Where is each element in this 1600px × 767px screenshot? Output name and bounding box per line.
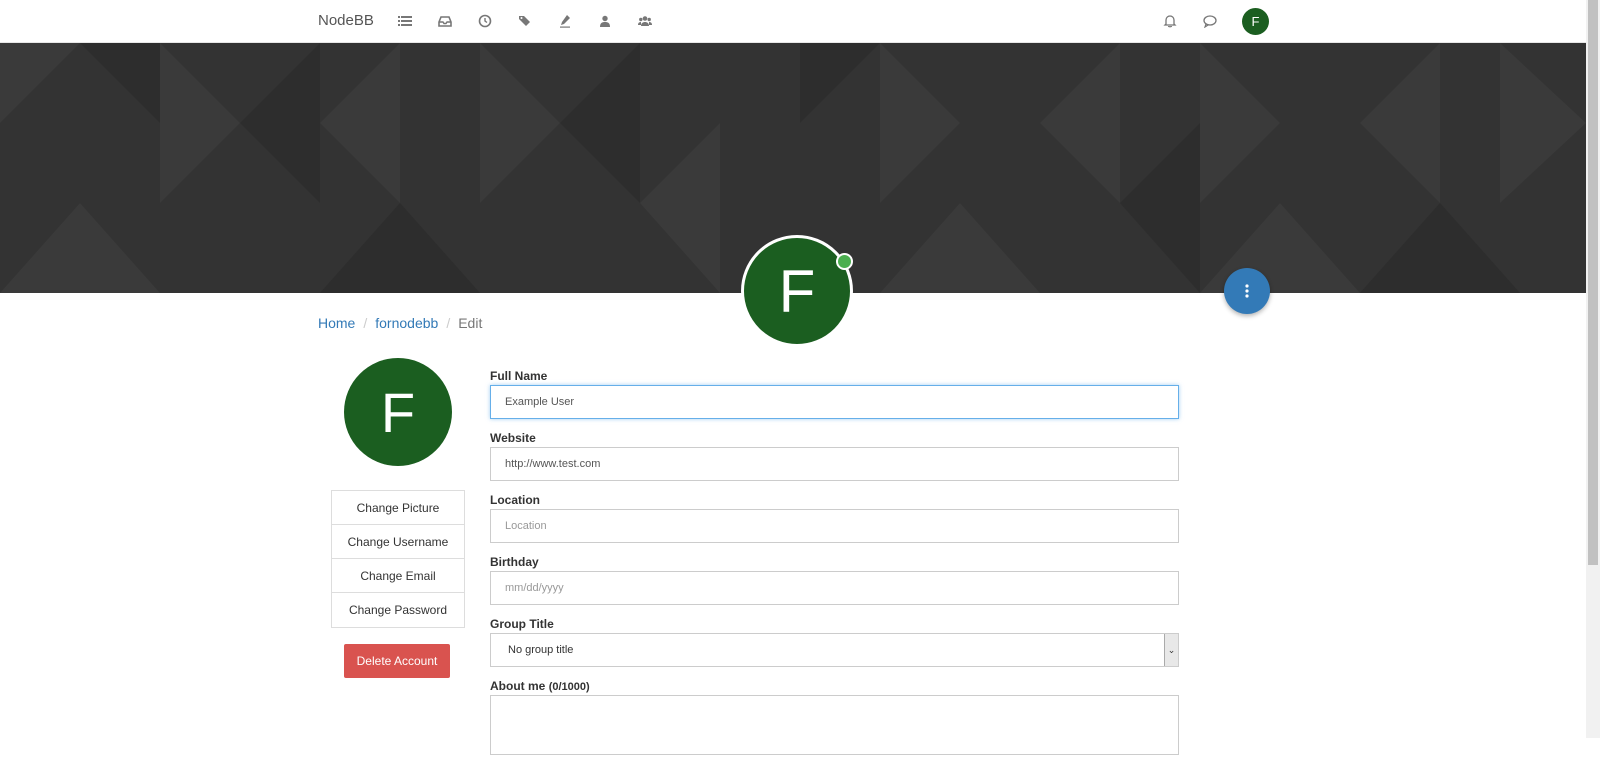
group-title-label: Group Title (490, 617, 554, 631)
group-title-selected: No group title (508, 644, 574, 656)
online-status-indicator (836, 253, 853, 270)
profile-actions-button[interactable] (1224, 268, 1270, 314)
breadcrumb-home[interactable]: Home (318, 315, 355, 331)
change-email-link[interactable]: Change Email (332, 559, 464, 593)
breadcrumb-separator: / (446, 315, 451, 331)
account-actions-list: Change Picture Change Username Change Em… (331, 490, 465, 628)
breadcrumb-current: Edit (458, 315, 483, 331)
edit-profile-form: Full Name Example User Website http://ww… (490, 369, 1179, 767)
chat-icon[interactable] (1200, 11, 1220, 31)
tags-icon[interactable] (515, 11, 535, 31)
birthday-label: Birthday (490, 555, 539, 569)
change-picture-link[interactable]: Change Picture (332, 491, 464, 525)
profile-avatar: F (741, 235, 853, 347)
website-input[interactable]: http://www.test.com (490, 447, 1179, 481)
about-me-char-count: (0/1000) (548, 681, 590, 693)
pencil-icon[interactable] (555, 11, 575, 31)
birthday-input[interactable]: mm/dd/yyyy (490, 571, 1179, 605)
clock-icon[interactable] (475, 11, 495, 31)
bell-icon[interactable] (1160, 11, 1180, 31)
about-me-label: About me (0/1000) (490, 679, 1179, 693)
page-scrollbar[interactable] (1586, 0, 1600, 738)
user-avatar-menu[interactable]: F (1242, 8, 1269, 35)
scrollbar-thumb[interactable] (1588, 0, 1598, 565)
brand-logo[interactable]: NodeBB (318, 12, 374, 29)
users-icon[interactable] (635, 11, 655, 31)
change-password-link[interactable]: Change Password (332, 593, 464, 627)
sidebar-avatar: F (344, 358, 452, 466)
chevron-down-icon[interactable]: ⌄ (1164, 634, 1178, 666)
location-input[interactable]: Location (490, 509, 1179, 543)
top-navbar: NodeBB F (0, 0, 1586, 43)
breadcrumb: Home / fornodebb / Edit (318, 315, 482, 331)
inbox-icon[interactable] (435, 11, 455, 31)
list-icon[interactable] (395, 11, 415, 31)
group-title-select[interactable]: No group title ⌄ (490, 633, 1179, 667)
location-label: Location (490, 493, 540, 507)
about-me-textarea[interactable] (490, 695, 1179, 755)
about-me-label-text: About me (490, 679, 546, 693)
breadcrumb-separator: / (363, 315, 368, 331)
user-icon[interactable] (595, 11, 615, 31)
website-label: Website (490, 431, 536, 445)
more-vertical-icon (1245, 284, 1249, 298)
fullname-label: Full Name (490, 369, 548, 383)
fullname-input[interactable]: Example User (490, 385, 1179, 419)
breadcrumb-user[interactable]: fornodebb (375, 315, 438, 331)
delete-account-button[interactable]: Delete Account (344, 644, 450, 678)
change-username-link[interactable]: Change Username (332, 525, 464, 559)
